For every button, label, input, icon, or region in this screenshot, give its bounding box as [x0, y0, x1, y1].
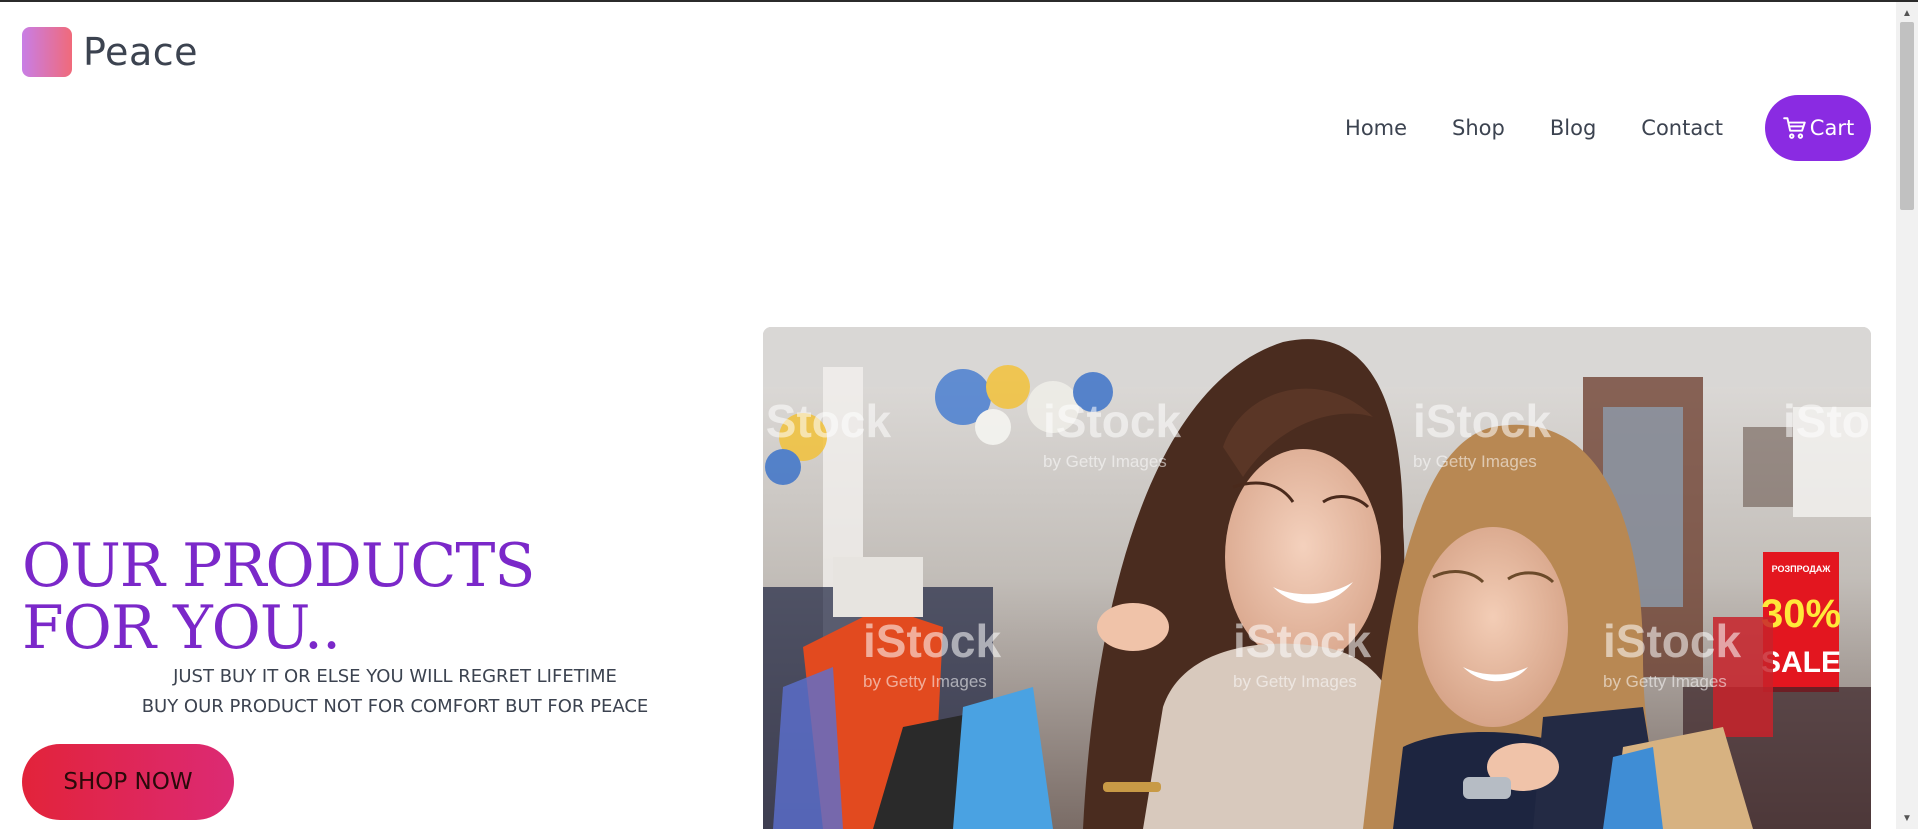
watermark-sub-3: by Getty Images — [863, 672, 987, 691]
hero-subtitle-line-1: JUST BUY IT OR ELSE YOU WILL REGRET LIFE… — [173, 666, 617, 687]
hero-title: OUR PRODUCTS FOR YOU.. — [22, 531, 535, 663]
logo-mark-icon — [22, 27, 72, 77]
watermark-3: iStock — [1413, 395, 1551, 447]
watermark-1: iStock — [763, 395, 891, 447]
scroll-down-arrow-icon[interactable]: ▼ — [1896, 809, 1918, 827]
hero-image: РОЗПРОДАЖ 30% SALE iStock iStock iStock … — [763, 327, 1871, 829]
brand-name: Peace — [83, 30, 198, 74]
brand-logo[interactable]: Peace — [22, 27, 198, 77]
window-top-border — [0, 0, 1918, 2]
scroll-thumb[interactable] — [1900, 22, 1914, 210]
watermark-4: iStock — [1783, 395, 1871, 447]
hero-subtitle: JUST BUY IT OR ELSE YOU WILL REGRET LIFE… — [120, 662, 670, 722]
watermark-sub-2: by Getty Images — [1413, 452, 1537, 471]
watermark-5: iStock — [863, 615, 1001, 667]
scroll-up-arrow-icon[interactable]: ▲ — [1896, 4, 1918, 22]
cart-button[interactable]: Cart — [1765, 95, 1871, 161]
watermark-sub-4: by Getty Images — [1233, 672, 1357, 691]
hero-subtitle-line-2: BUY OUR PRODUCT NOT FOR COMFORT BUT FOR … — [141, 696, 649, 717]
watermark-2: iStock — [1043, 395, 1181, 447]
nav-shop[interactable]: Shop — [1452, 116, 1505, 140]
nav-home[interactable]: Home — [1345, 116, 1407, 140]
shop-now-button[interactable]: SHOP NOW — [22, 744, 234, 820]
watermark-sub-5: by Getty Images — [1603, 672, 1727, 691]
main-nav: Home Shop Blog Contact Cart — [1345, 95, 1871, 161]
nav-blog[interactable]: Blog — [1550, 116, 1596, 140]
cart-label: Cart — [1809, 116, 1855, 140]
watermark-sub-1: by Getty Images — [1043, 452, 1167, 471]
watermark-6: iStock — [1233, 615, 1371, 667]
shopping-photo-illustration: РОЗПРОДАЖ 30% SALE iStock iStock iStock … — [763, 327, 1871, 829]
sale-sign-header: РОЗПРОДАЖ — [1772, 564, 1832, 574]
watermark-7: iStock — [1603, 615, 1741, 667]
cart-icon — [1782, 117, 1806, 139]
nav-contact[interactable]: Contact — [1641, 116, 1723, 140]
